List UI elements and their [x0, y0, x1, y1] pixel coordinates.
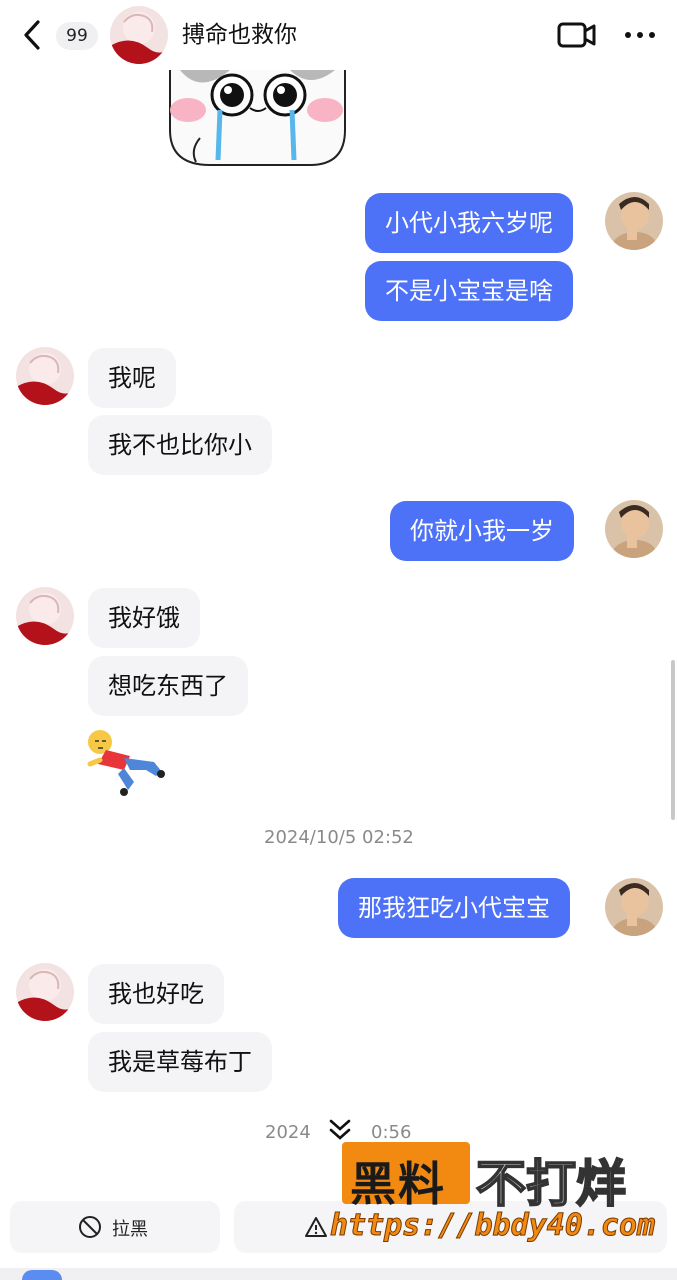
my-message-bubble[interactable]: 那我狂吃小代宝宝	[338, 878, 570, 938]
block-label: 拉黑	[112, 1219, 148, 1240]
voice-button[interactable]	[22, 1270, 62, 1280]
more-options-icon[interactable]	[622, 20, 658, 50]
my-message-bubble[interactable]: 小代小我六岁呢	[365, 193, 573, 253]
contact-message-bubble[interactable]: 我呢	[88, 348, 176, 408]
message-timestamp: 2024/10/5 02:52	[264, 827, 414, 848]
watermark-brand-a: 黑料	[350, 1157, 446, 1211]
video-call-icon[interactable]	[556, 18, 598, 52]
contact-message-bubble[interactable]: 我也好吃	[88, 964, 224, 1024]
contact-message-avatar[interactable]	[16, 963, 74, 1021]
scrollbar[interactable]	[671, 660, 675, 820]
my-avatar[interactable]	[605, 878, 663, 936]
watermark-url: https://bbdy40.com	[329, 1208, 656, 1244]
contact-message-avatar[interactable]	[16, 347, 74, 405]
chat-header: 99 搏命也救你	[0, 0, 677, 70]
my-message-bubble[interactable]: 不是小宝宝是啥	[365, 261, 573, 321]
my-message-bubble[interactable]: 你就小我一岁	[390, 501, 574, 561]
contact-name: 搏命也救你	[182, 22, 297, 48]
contact-message-bubble[interactable]: 我是草莓布丁	[88, 1032, 272, 1092]
message-timestamp: 2024	[265, 1122, 311, 1143]
input-bar-edge	[0, 1268, 677, 1280]
lying-down-emoji-sticker[interactable]	[84, 724, 168, 796]
contact-avatar[interactable]	[110, 6, 168, 64]
crying-sticker	[160, 70, 350, 170]
block-icon	[78, 1215, 102, 1239]
contact-message-bubble[interactable]: 我好饿	[88, 588, 200, 648]
watermark-logo-box: 黑料	[342, 1142, 470, 1211]
my-avatar[interactable]	[605, 500, 663, 558]
my-avatar[interactable]	[605, 192, 663, 250]
contact-message-avatar[interactable]	[16, 587, 74, 645]
unread-badge: 99	[56, 22, 98, 50]
watermark-brand-b: 不打烊	[475, 1154, 627, 1214]
warning-icon	[304, 1215, 328, 1239]
back-icon[interactable]	[18, 18, 48, 52]
contact-message-bubble[interactable]: 我不也比你小	[88, 415, 272, 475]
block-button[interactable]: 拉黑	[10, 1201, 220, 1253]
watermark: 黑料 不打烊 https://bbdy40.com	[329, 1140, 677, 1260]
contact-message-bubble[interactable]: 想吃东西了	[88, 656, 248, 716]
